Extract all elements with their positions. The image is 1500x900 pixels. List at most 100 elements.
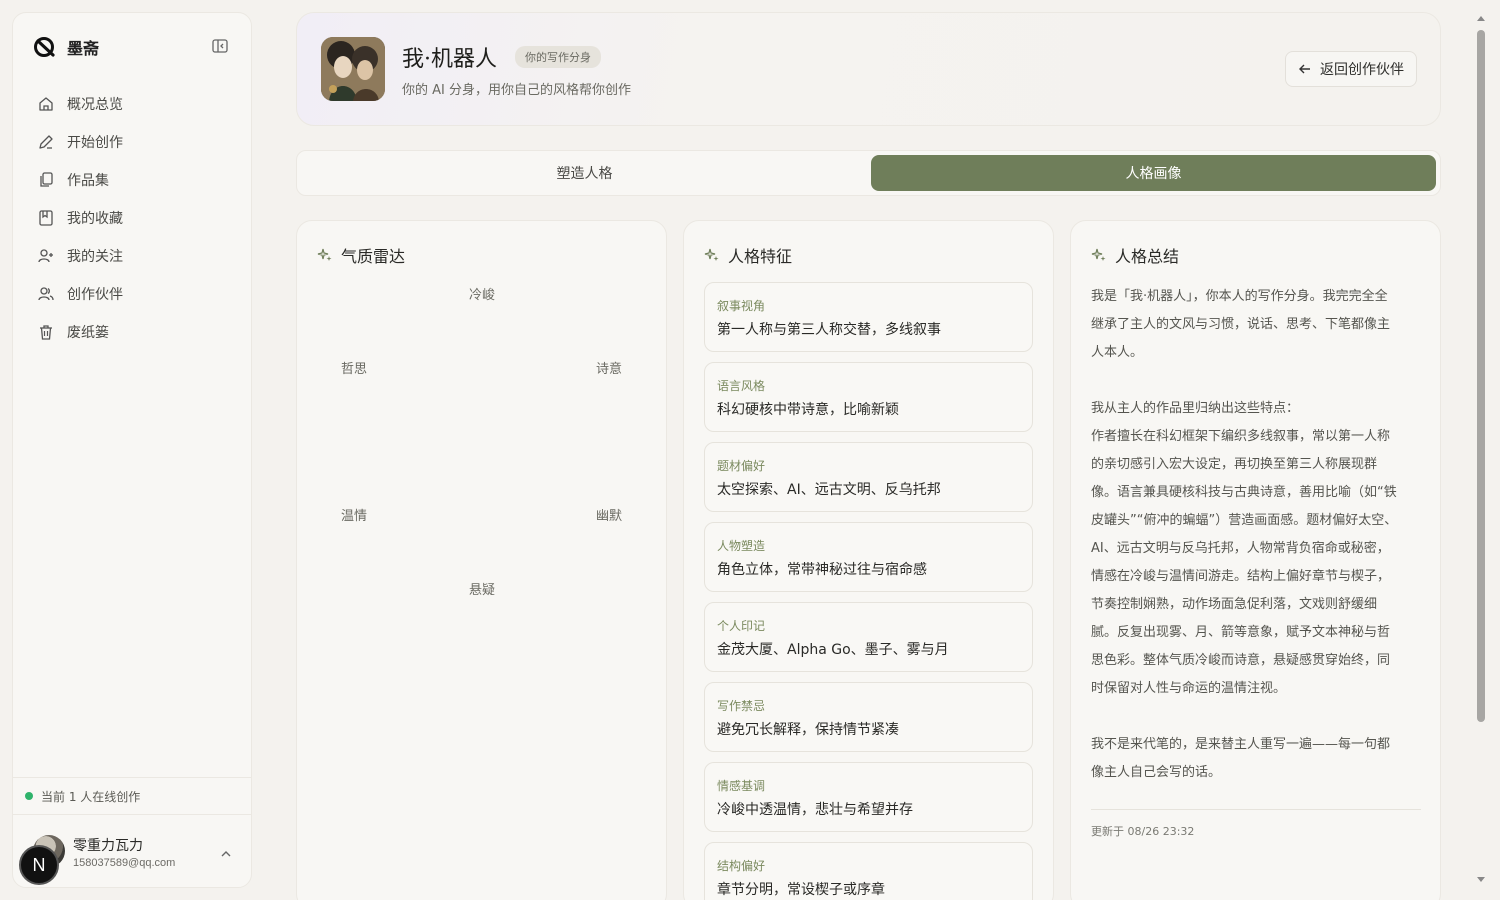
- user-email: 158037589@qq.com: [73, 857, 176, 869]
- summary-text: 我是「我·机器人」，你本人的写作分身。我完完全全 继承了主人的文风与习惯，说话、…: [1091, 283, 1421, 787]
- page-subtitle: 你的 AI 分身，用你自己的风格帮你创作: [402, 83, 631, 98]
- persona-avatar: [321, 37, 385, 101]
- trash-icon: [40, 325, 52, 340]
- sidebar-item-overview[interactable]: 概况总览: [23, 85, 243, 123]
- sidebar-item-label: 我的关注: [67, 249, 123, 265]
- n-badge-icon[interactable]: N: [19, 845, 59, 885]
- trait-card: 题材偏好 太空探索、AI、远古文明、反乌托邦: [704, 442, 1033, 512]
- sidebar-item-favorites[interactable]: 我的收藏: [23, 199, 243, 237]
- summary-line: AI、远古文明与反乌托邦，人物常背负宿命或秘密，: [1091, 541, 1390, 556]
- summary-line: 时保留对人性与命运的温情注视。: [1091, 681, 1287, 696]
- persona-avatar-illustration: [321, 37, 385, 101]
- summary-line: 像。语言兼具硬核科技与古典诗意，善用比喻（如“铁: [1091, 485, 1397, 500]
- sidebar-item-label: 创作伙伴: [67, 287, 123, 303]
- sidebar-item-following[interactable]: 我的关注: [23, 237, 243, 275]
- radar-label-upper-left: 哲思: [341, 362, 368, 377]
- sidebar-nav: 概况总览 开始创作 作品集 我的收藏 我的关注 创作伙伴 废纸篓: [23, 85, 243, 351]
- sidebar-item-label: 我的收藏: [67, 211, 123, 227]
- radar-label-top: 冷峻: [469, 288, 496, 303]
- tab-persona-portrait[interactable]: 人格画像: [871, 155, 1436, 191]
- sidebar-item-trash[interactable]: 废纸篓: [23, 313, 243, 351]
- brand-name: 墨斋: [67, 39, 100, 58]
- trait-label: 写作禁忌: [717, 699, 766, 713]
- radar-label-lower-left: 温情: [341, 509, 368, 524]
- chevron-up-icon[interactable]: [219, 847, 233, 861]
- persona-tag-badge: 你的写作分身: [515, 46, 601, 68]
- summary-line: 节奏控制娴熟，动作场面急促利落，文戏则舒缓细: [1091, 597, 1378, 612]
- brand[interactable]: 墨斋: [33, 35, 99, 59]
- user-profile[interactable]: N 零重力瓦力 158037589@qq.com: [13, 815, 251, 887]
- trait-value: 科幻硬核中带诗意，比喻新颖: [717, 402, 899, 418]
- summary-line: 继承了主人的文风与习惯，说话、思考、下笔都像主: [1091, 317, 1391, 332]
- brand-logo-icon: [34, 37, 55, 57]
- trait-card: 结构偏好 章节分明，常设楔子或序章: [704, 842, 1033, 900]
- trait-card: 语言风格 科幻硬核中带诗意，比喻新颖: [704, 362, 1033, 432]
- back-button-label: 返回创作伙伴: [1320, 62, 1404, 78]
- summary-line: 思色彩。整体气质冷峻而诗意，悬疑感贯穿始终，同: [1091, 653, 1391, 668]
- trait-label: 结构偏好: [717, 859, 766, 873]
- sidebar-item-label: 概况总览: [67, 97, 123, 113]
- trait-value: 避免冗长解释，保持情节紧凑: [717, 722, 899, 738]
- copy-icon: [40, 172, 53, 187]
- back-to-partners-button[interactable]: 返回创作伙伴: [1285, 51, 1417, 87]
- online-status: 当前 1 人在线创作: [13, 777, 251, 815]
- radar-label-bottom: 悬疑: [469, 583, 496, 598]
- page-title: 我·机器人: [402, 47, 497, 72]
- online-status-text: 当前 1 人在线创作: [41, 789, 141, 804]
- bookmark-icon: [39, 210, 53, 226]
- summary-line: 皮罐头”“俯冲的蝙蝠”）营造画面感。题材偏好太空、: [1091, 513, 1398, 528]
- trait-label: 人物塑造: [717, 539, 766, 553]
- sparkle-icon: [317, 248, 332, 261]
- summary-line: 像主人自己会写的话。: [1091, 765, 1222, 780]
- summary-line: 我从主人的作品里归纳出这些特点：: [1091, 401, 1300, 416]
- tab-shape-persona[interactable]: 塑造人格: [301, 155, 868, 191]
- trait-card: 情感基调 冷峻中透温情，悲壮与希望并存: [704, 762, 1033, 832]
- scroll-thumb[interactable]: [1477, 30, 1485, 722]
- trait-card: 个人印记 金茂大厦、Alpha Go、墨子、雾与月: [704, 602, 1033, 672]
- sidebar-item-label: 废纸篓: [67, 325, 109, 341]
- sidebar: 墨斋 概况总览 开始创作 作品集 我的收藏 我的关注 创作伙伴 废纸篓 当前 1…: [12, 12, 252, 888]
- trait-label: 语言风格: [717, 379, 766, 393]
- trait-value: 章节分明，常设楔子或序章: [717, 882, 885, 898]
- summary-line: [1091, 703, 1421, 731]
- user-name: 零重力瓦力: [73, 838, 143, 854]
- radar-label-lower-right: 幽默: [596, 509, 623, 524]
- trait-label: 叙事视角: [717, 299, 766, 313]
- sidebar-item-works[interactable]: 作品集: [23, 161, 243, 199]
- sidebar-item-create[interactable]: 开始创作: [23, 123, 243, 161]
- persona-summary-panel: 人格总结 我是「我·机器人」，你本人的写作分身。我完完全全 继承了主人的文风与习…: [1070, 220, 1441, 900]
- user-plus-icon: [38, 249, 53, 263]
- summary-line: 人本人。: [1091, 345, 1144, 360]
- trait-value: 角色立体，常带神秘过往与宿命感: [717, 562, 927, 578]
- persona-header: 我·机器人 你的写作分身 你的 AI 分身，用你自己的风格帮你创作 返回创作伙伴: [296, 12, 1441, 126]
- sparkle-icon: [704, 248, 719, 261]
- divider: [1091, 809, 1421, 810]
- sidebar-item-label: 作品集: [67, 173, 109, 189]
- users-icon: [38, 287, 54, 301]
- scroll-down-arrow-icon[interactable]: [1476, 874, 1486, 884]
- trait-value: 第一人称与第三人称交替，多线叙事: [717, 322, 941, 338]
- sparkle-icon: [1091, 248, 1106, 261]
- summary-title: 人格总结: [1115, 247, 1180, 266]
- radar-title: 气质雷达: [341, 247, 406, 266]
- summary-line: 的亲切感引入宏大设定，再切换至第三人称展现群: [1091, 457, 1378, 472]
- trait-label: 题材偏好: [717, 459, 766, 473]
- sidebar-item-label: 开始创作: [67, 135, 123, 151]
- summary-line: 情感在冷峻与温情间游走。结构上偏好章节与楔子，: [1091, 569, 1391, 584]
- scroll-up-arrow-icon[interactable]: [1476, 14, 1486, 24]
- summary-line: 作者擅长在科幻框架下编织多线叙事，常以第一人称: [1091, 429, 1391, 444]
- sidebar-item-partners[interactable]: 创作伙伴: [23, 275, 243, 313]
- sidebar-collapse-icon[interactable]: [211, 37, 229, 55]
- radar-label-upper-right: 诗意: [596, 362, 623, 377]
- trait-value: 金茂大厦、Alpha Go、墨子、雾与月: [717, 642, 949, 658]
- trait-label: 个人印记: [717, 619, 766, 633]
- trait-card: 人物塑造 角色立体，常带神秘过往与宿命感: [704, 522, 1033, 592]
- summary-line: 我是「我·机器人」，你本人的写作分身。我完完全全: [1091, 289, 1388, 304]
- summary-line: 腻。反复出现雾、月、箭等意象，赋予文本神秘与哲: [1091, 625, 1391, 640]
- home-icon: [39, 97, 53, 111]
- page-scrollbar[interactable]: [1474, 12, 1488, 888]
- persona-traits-panel: 人格特征 叙事视角 第一人称与第三人称交替，多线叙事 语言风格 科幻硬核中带诗意…: [683, 220, 1054, 900]
- summary-line: 我不是来代笔的，是来替主人重写一遍——每一句都: [1091, 737, 1391, 752]
- updated-timestamp: 更新于 08/26 23:32: [1091, 825, 1195, 838]
- trait-label: 情感基调: [717, 779, 766, 793]
